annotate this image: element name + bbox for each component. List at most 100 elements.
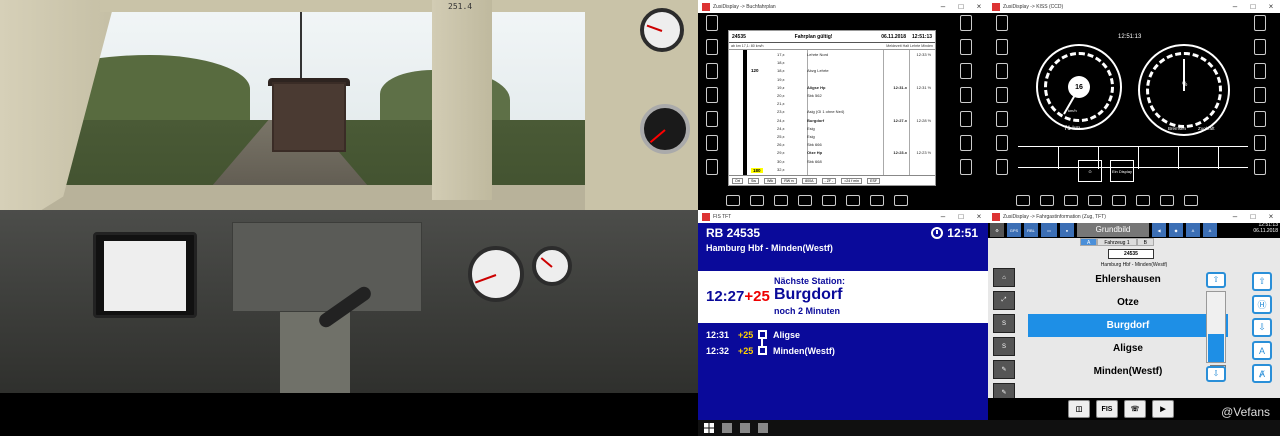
text-display-icon[interactable]: A [1252,341,1272,360]
text-off-icon[interactable]: Ⱥ [1252,364,1272,383]
softkey[interactable] [706,39,718,55]
tab-b[interactable]: B [1136,238,1154,246]
softkey[interactable] [1184,195,1198,206]
sound-s-button[interactable]: S [993,314,1015,333]
softkey[interactable] [1088,195,1102,206]
taskbar-app-icon[interactable] [758,423,768,433]
tab-a[interactable]: A [1080,238,1098,246]
gps-button[interactable]: GPS [1007,223,1021,237]
minimize-icon[interactable]: – [934,212,952,221]
minimize-icon[interactable]: – [934,2,952,11]
softkey[interactable] [846,195,860,206]
rbl-button[interactable]: RBL [1024,223,1038,237]
softkey[interactable] [960,111,972,127]
stop-list-item[interactable]: Minden(Westf)0 [1028,360,1228,383]
softkey[interactable] [960,87,972,103]
footer-field[interactable]: Wtk [764,177,777,184]
minimize-icon[interactable]: – [1226,2,1244,11]
softkey[interactable] [1040,195,1054,206]
stop-list-item[interactable]: Aligse0 [1028,337,1228,360]
footer-field[interactable]: Sw [748,177,759,184]
softkey[interactable] [1160,195,1174,206]
tab-vehicle[interactable]: Fahrzeug 1 [1097,238,1137,246]
softkey[interactable] [1254,63,1266,79]
softkey[interactable] [996,15,1008,31]
softkey[interactable] [1112,195,1126,206]
camera-icon[interactable]: ● [1060,223,1074,237]
bus-icon[interactable]: ▭ [1041,223,1057,237]
footer-field[interactable]: ≈24 f min [841,177,863,184]
softkey[interactable] [960,39,972,55]
softkey[interactable] [798,195,812,206]
softkey[interactable] [706,159,718,175]
close-icon[interactable]: × [1262,212,1280,221]
control-panel[interactable] [232,222,422,312]
softkey[interactable] [1254,15,1266,31]
softkey[interactable] [706,135,718,151]
route-icon[interactable]: ⤢ [993,291,1015,310]
train-protection-icon[interactable]: ⊙ [1078,160,1102,182]
speaker-icon[interactable]: ◀ [1152,223,1166,237]
softkey[interactable] [706,63,718,79]
softkey[interactable] [706,15,718,31]
announcement-icon[interactable]: ◆ [1169,223,1183,237]
softkey[interactable] [706,87,718,103]
stop-list-item[interactable]: Otze [1028,291,1228,314]
arrow-down-icon[interactable]: ⇩ [1252,318,1272,337]
stop-list-item[interactable]: Ehlershausen [1028,268,1228,291]
softkey[interactable] [1254,159,1266,175]
settings-icon[interactable]: ⚙ [990,223,1004,237]
softkey[interactable] [750,195,764,206]
taskbar-app-icon[interactable] [740,423,750,433]
softkey[interactable] [1064,195,1078,206]
softkey[interactable] [870,195,884,206]
wrench-icon[interactable]: ✎ [993,360,1015,379]
keyboard-s-button[interactable]: S [993,337,1015,356]
softkey[interactable] [960,135,972,151]
windows-start-icon[interactable] [704,423,714,433]
softkey[interactable] [1254,87,1266,103]
softkey[interactable] [774,195,788,206]
display-toggle-button[interactable]: Ein Display [1110,160,1134,182]
softkey[interactable] [706,111,718,127]
softkey[interactable] [996,159,1008,175]
softkey[interactable] [726,195,740,206]
softkey[interactable] [960,63,972,79]
maximize-icon[interactable]: □ [952,2,970,11]
softkey[interactable] [894,195,908,206]
softkey[interactable] [1254,135,1266,151]
maximize-icon[interactable]: □ [1244,212,1262,221]
close-icon[interactable]: × [1262,2,1280,11]
softkey[interactable] [822,195,836,206]
display-icon[interactable]: A [1186,223,1200,237]
maximize-icon[interactable]: □ [1244,2,1262,11]
stop-list-scrollbar[interactable] [1206,291,1226,363]
home-icon[interactable]: ⌂ [993,268,1015,287]
fis-button[interactable]: FIS [1096,400,1118,418]
scroll-down-icon[interactable]: ⇩ [1206,366,1226,382]
softkey[interactable] [1016,195,1030,206]
hold-icon[interactable]: Ⓗ [1252,295,1272,314]
softkey[interactable] [996,87,1008,103]
maximize-icon[interactable]: □ [952,212,970,221]
softkey[interactable] [960,15,972,31]
scroll-up-icon[interactable]: ⇧ [1206,272,1226,288]
footer-field[interactable]: Ort [732,177,743,184]
footer-field[interactable]: ESF [867,177,881,184]
footer-field[interactable]: RW rv [781,177,798,184]
announce-icon[interactable]: ☏ [1124,400,1146,418]
scroll-thumb[interactable] [1208,334,1224,362]
close-icon[interactable]: × [970,212,988,221]
softkey[interactable] [960,159,972,175]
softkey[interactable] [1254,39,1266,55]
camera-view-icon[interactable]: ▶ [1152,400,1174,418]
door-icon[interactable]: ◫ [1068,400,1090,418]
softkey[interactable] [996,111,1008,127]
close-icon[interactable]: × [970,2,988,11]
softkey[interactable] [996,63,1008,79]
softkey[interactable] [1254,111,1266,127]
footer-field[interactable]: 800A [802,177,817,184]
display-off-icon[interactable]: A [1203,223,1217,237]
arrow-up-icon[interactable]: ⇧ [1252,272,1272,291]
footer-field[interactable]: - ZF - [821,177,837,184]
